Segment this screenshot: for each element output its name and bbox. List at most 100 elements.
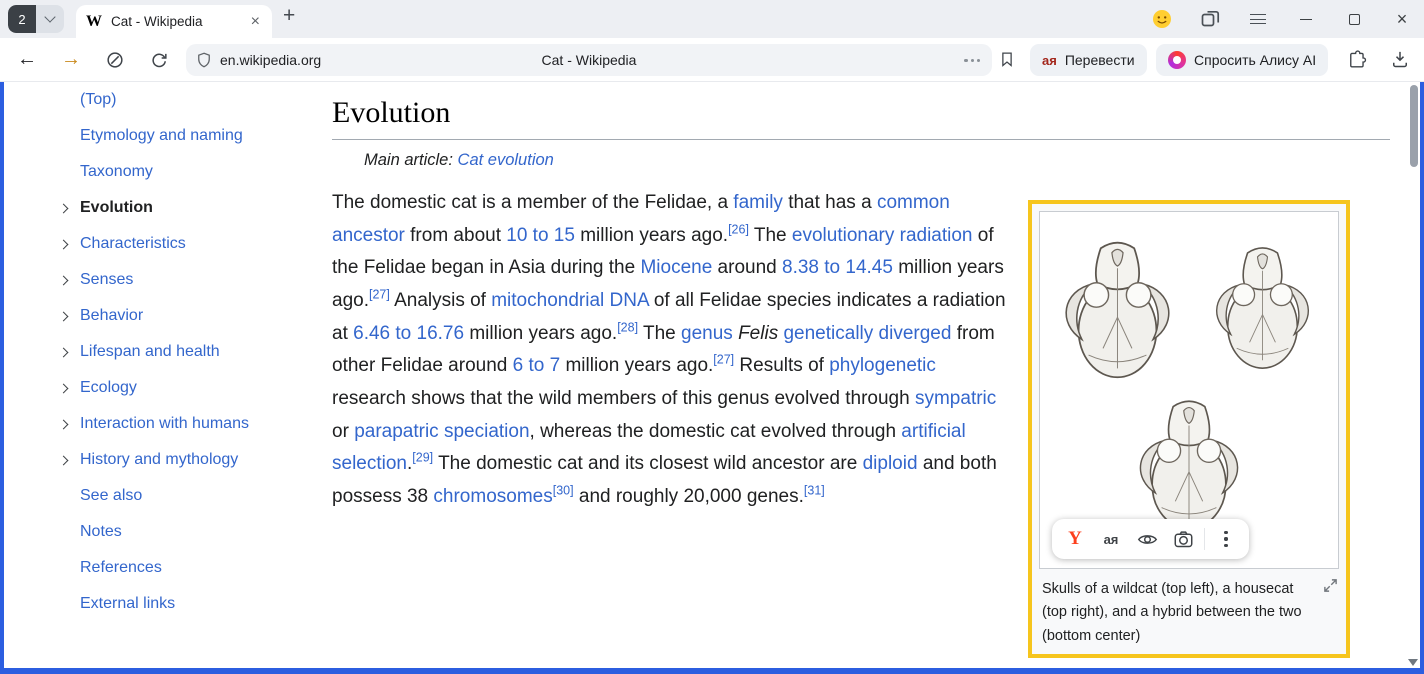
sidebar-item-behavior[interactable]: Behavior (60, 298, 324, 334)
sidebar-item-evolution[interactable]: Evolution (60, 190, 324, 226)
close-tab-icon[interactable]: × (249, 13, 262, 31)
sidebar-item-senses[interactable]: Senses (60, 262, 324, 298)
forward-button[interactable]: → (60, 49, 82, 71)
chevron-right-icon (60, 133, 80, 140)
reference-link[interactable]: [26] (728, 222, 749, 236)
sidebar-item-interaction-with-humans[interactable]: Interaction with humans (60, 406, 324, 442)
sidebar-item-see-also[interactable]: See also (60, 478, 324, 514)
hamburger-icon (1250, 14, 1266, 15)
reference-link[interactable]: [27] (713, 353, 734, 367)
browser-mode-button[interactable] (104, 49, 126, 71)
wiki-link[interactable]: family (733, 192, 783, 213)
address-bar[interactable]: en.wikipedia.org Cat - Wikipedia (186, 44, 992, 76)
downloads-button[interactable] (1390, 49, 1410, 69)
scrollbar-thumb[interactable] (1410, 85, 1418, 167)
reference: [27] (369, 288, 390, 302)
view-image-button[interactable] (1129, 521, 1165, 557)
wiki-link[interactable]: genus (681, 323, 733, 344)
image-more-options-button[interactable] (1208, 521, 1244, 557)
sidebar-item-references[interactable]: References (60, 550, 324, 586)
menu-button[interactable] (1248, 9, 1268, 29)
figure-image[interactable]: Y ая (1039, 211, 1339, 569)
sidebar-item-characteristics[interactable]: Characteristics (60, 226, 324, 262)
reference: [30] (553, 484, 574, 498)
sidebar-item-label: Notes (80, 523, 122, 541)
wiki-link[interactable]: 6.46 to 16.76 (353, 323, 464, 344)
sidebar-item-label: Interaction with humans (80, 415, 249, 433)
yandex-search-image-button[interactable]: Y (1057, 521, 1093, 557)
bookmark-flag-icon (998, 50, 1016, 69)
reference: [29] (412, 451, 433, 465)
wiki-link[interactable]: Cat evolution (458, 151, 554, 169)
chevron-right-icon[interactable] (60, 385, 80, 392)
sidebar-item-lifespan-and-health[interactable]: Lifespan and health (60, 334, 324, 370)
wiki-link[interactable]: mitochondrial DNA (491, 290, 648, 311)
sidebar-item-ecology[interactable]: Ecology (60, 370, 324, 406)
vertical-scrollbar[interactable] (1407, 82, 1420, 668)
sidebar-item-taxonomy[interactable]: Taxonomy (60, 154, 324, 190)
wikipedia-favicon: W (86, 13, 102, 31)
search-by-image-button[interactable] (1165, 521, 1201, 557)
eye-icon (1137, 529, 1158, 550)
address-host: en.wikipedia.org (220, 52, 321, 68)
tab-counter-button[interactable]: 2 (8, 5, 64, 33)
wiki-link[interactable]: 10 to 15 (506, 225, 575, 246)
tabs-dropdown-button[interactable] (36, 5, 64, 33)
minimize-icon (1300, 19, 1312, 20)
wiki-link[interactable]: 6 to 7 (513, 355, 561, 376)
chevron-right-icon[interactable] (60, 241, 80, 248)
wiki-link[interactable]: evolutionary radiation (792, 225, 973, 246)
wiki-link[interactable]: phylogenetic (829, 355, 936, 376)
sidebar-item-top[interactable]: (Top) (60, 82, 324, 118)
panels-icon (1201, 10, 1220, 29)
window-close-button[interactable]: × (1392, 9, 1412, 29)
wiki-link[interactable]: chromosomes (433, 486, 552, 507)
tab-cat-wikipedia[interactable]: W Cat - Wikipedia × (76, 5, 272, 38)
wiki-link[interactable]: sympatric (915, 388, 996, 409)
enlarge-image-button[interactable] (1323, 578, 1338, 593)
sidebar-item-label: Senses (80, 271, 133, 289)
chevron-right-icon (60, 97, 80, 104)
scroll-down-arrow[interactable] (1408, 659, 1418, 666)
ask-alice-button[interactable]: Спросить Алису AI (1156, 44, 1328, 76)
sidebar-item-history-and-mythology[interactable]: History and mythology (60, 442, 324, 478)
hamburger-icon (1250, 23, 1266, 24)
chevron-right-icon[interactable] (60, 205, 80, 212)
chevron-right-icon[interactable] (60, 349, 80, 356)
address-more-button[interactable] (964, 59, 980, 62)
chevron-right-icon[interactable] (60, 457, 80, 464)
chevron-right-icon[interactable] (60, 313, 80, 320)
reload-button[interactable] (148, 49, 170, 71)
chevron-right-icon[interactable] (60, 277, 80, 284)
wiki-link[interactable]: speciation (444, 421, 530, 442)
reference-link[interactable]: [30] (553, 484, 574, 498)
wiki-link[interactable]: diploid (863, 453, 918, 474)
wiki-link[interactable]: genetically diverged (783, 323, 951, 344)
back-button[interactable]: ← (16, 49, 38, 71)
reference-link[interactable]: [31] (804, 484, 825, 498)
alice-logo-icon (1168, 51, 1186, 69)
wiki-link[interactable]: parapatric (354, 421, 439, 442)
sidebar-item-etymology-and-naming[interactable]: Etymology and naming (60, 118, 324, 154)
window-minimize-button[interactable] (1296, 9, 1316, 29)
side-panel-button[interactable] (1200, 9, 1220, 29)
sidebar-item-notes[interactable]: Notes (60, 514, 324, 550)
reference-link[interactable]: [29] (412, 451, 433, 465)
extensions-button[interactable] (1346, 49, 1367, 70)
figure-caption: Skulls of a wildcat (top left), a housec… (1042, 578, 1314, 648)
translate-image-button[interactable]: ая (1093, 521, 1129, 557)
translate-button[interactable]: ая Перевести (1030, 44, 1147, 76)
reference-link[interactable]: [28] (617, 320, 638, 334)
profile-avatar[interactable] (1152, 9, 1172, 29)
window-maximize-button[interactable] (1344, 9, 1364, 29)
wiki-link[interactable]: Miocene (640, 257, 712, 278)
bookmark-button[interactable] (998, 50, 1016, 69)
circle-slash-icon (105, 50, 125, 70)
reference: [31] (804, 484, 825, 498)
reference-link[interactable]: [27] (369, 288, 390, 302)
new-tab-button[interactable]: + (283, 4, 295, 28)
sidebar-item-external-links[interactable]: External links (60, 586, 324, 622)
maximize-icon (1349, 14, 1360, 25)
chevron-right-icon[interactable] (60, 421, 80, 428)
wiki-link[interactable]: 8.38 to 14.45 (782, 257, 893, 278)
